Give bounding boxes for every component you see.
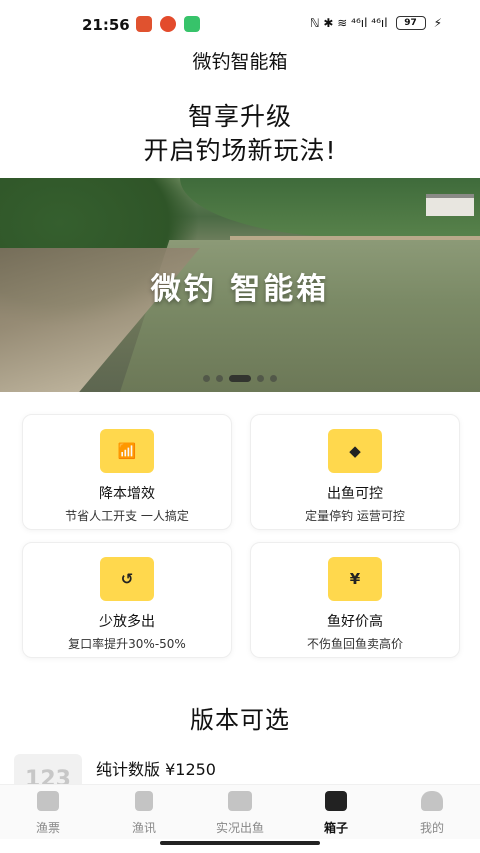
nav-label: 渔讯 — [131, 821, 156, 835]
battery-icon: 97 — [395, 16, 426, 30]
feature-subtitle: 节省人工开支 一人搞定 — [65, 509, 189, 523]
app-icon-green — [184, 16, 200, 32]
nav-tab-profile[interactable]: 我的 — [384, 785, 480, 839]
nav-label: 实况出鱼 — [215, 821, 264, 835]
carousel-dot[interactable] — [216, 375, 223, 382]
home-indicator[interactable] — [160, 841, 320, 845]
banner-house — [426, 194, 474, 216]
carousel-dot[interactable] — [270, 375, 277, 382]
carousel-dot[interactable] — [203, 375, 210, 382]
feature-card-price[interactable]: ¥ 鱼好价高 不伤鱼回鱼卖高价 — [250, 542, 460, 658]
feature-card-cost[interactable]: 📶 降本增效 节省人工开支 一人搞定 — [22, 414, 232, 530]
feature-card-control[interactable]: ◆ 出鱼可控 定量停钓 运营可控 — [250, 414, 460, 530]
headline: 智享升级 开启钓场新玩法! — [0, 100, 480, 168]
status-bar: 21:56 ℕ ✱ ≋ ⁴⁶ıl ⁴⁶ıl 97 ⚡ — [0, 0, 480, 48]
versions-title: 版本可选 — [190, 706, 290, 734]
nav-label: 箱子 — [323, 821, 348, 835]
feature-title: 少放多出 — [99, 614, 155, 630]
chart-up-icon: 📶 — [100, 429, 154, 473]
news-icon — [135, 791, 153, 811]
feature-subtitle: 定量停钓 运营可控 — [305, 509, 405, 523]
page-title: 微钓智能箱 — [192, 51, 288, 73]
feature-title: 出鱼可控 — [327, 486, 383, 502]
nav-label: 渔票 — [35, 821, 60, 835]
status-app-icons — [136, 16, 200, 32]
feature-title: 鱼好价高 — [327, 614, 383, 630]
carousel-dot-active[interactable] — [229, 375, 251, 382]
bottom-nav: 渔票 渔讯 实况出鱼 箱子 我的 — [0, 784, 480, 839]
signal-icons: ℕ ✱ ≋ ⁴⁶ıl ⁴⁶ıl — [310, 16, 388, 30]
feature-card-output[interactable]: ↺ 少放多出 复口率提升30%-50% — [22, 542, 232, 658]
yen-icon: ¥ — [328, 557, 382, 601]
nav-tab-live[interactable]: 实况出鱼 — [192, 785, 288, 839]
box-icon — [325, 791, 347, 811]
status-time: 21:56 — [82, 16, 130, 34]
version-label: 纯计数版 ¥1250 — [96, 760, 216, 779]
refresh-icon: ↺ — [100, 557, 154, 601]
nav-tab-tickets[interactable]: 渔票 — [0, 785, 96, 839]
nav-tab-box[interactable]: 箱子 — [288, 785, 384, 839]
version-item[interactable]: 123 纯计数版 ¥1250 — [14, 752, 464, 794]
feature-subtitle: 复口率提升30%-50% — [68, 637, 186, 651]
carousel-dot[interactable] — [257, 375, 264, 382]
feature-subtitle: 不伤鱼回鱼卖高价 — [306, 637, 403, 651]
ticket-icon — [37, 791, 59, 811]
profile-icon — [421, 791, 443, 811]
nav-tab-news[interactable]: 渔讯 — [96, 785, 192, 839]
carousel-indicator — [0, 375, 480, 382]
status-indicators: ℕ ✱ ≋ ⁴⁶ıl ⁴⁶ıl 97 ⚡ — [310, 16, 442, 30]
fish-icon: ◆ — [328, 429, 382, 473]
nav-label: 我的 — [419, 821, 444, 835]
feature-grid: 📶 降本增效 节省人工开支 一人搞定 ◆ 出鱼可控 定量停钓 运营可控 ↺ 少放… — [22, 414, 460, 658]
app-icon-orange — [136, 16, 152, 32]
banner-carousel[interactable]: 微钓 智能箱 — [0, 178, 480, 392]
feature-title: 降本增效 — [99, 486, 155, 502]
headline-line-2: 开启钓场新玩法! — [143, 136, 337, 165]
app-icon-red — [160, 16, 176, 32]
banner-caption: 微钓 智能箱 — [150, 272, 330, 307]
headline-line-1: 智享升级 — [187, 102, 292, 131]
charging-icon: ⚡ — [433, 16, 442, 30]
live-video-icon — [228, 791, 252, 811]
